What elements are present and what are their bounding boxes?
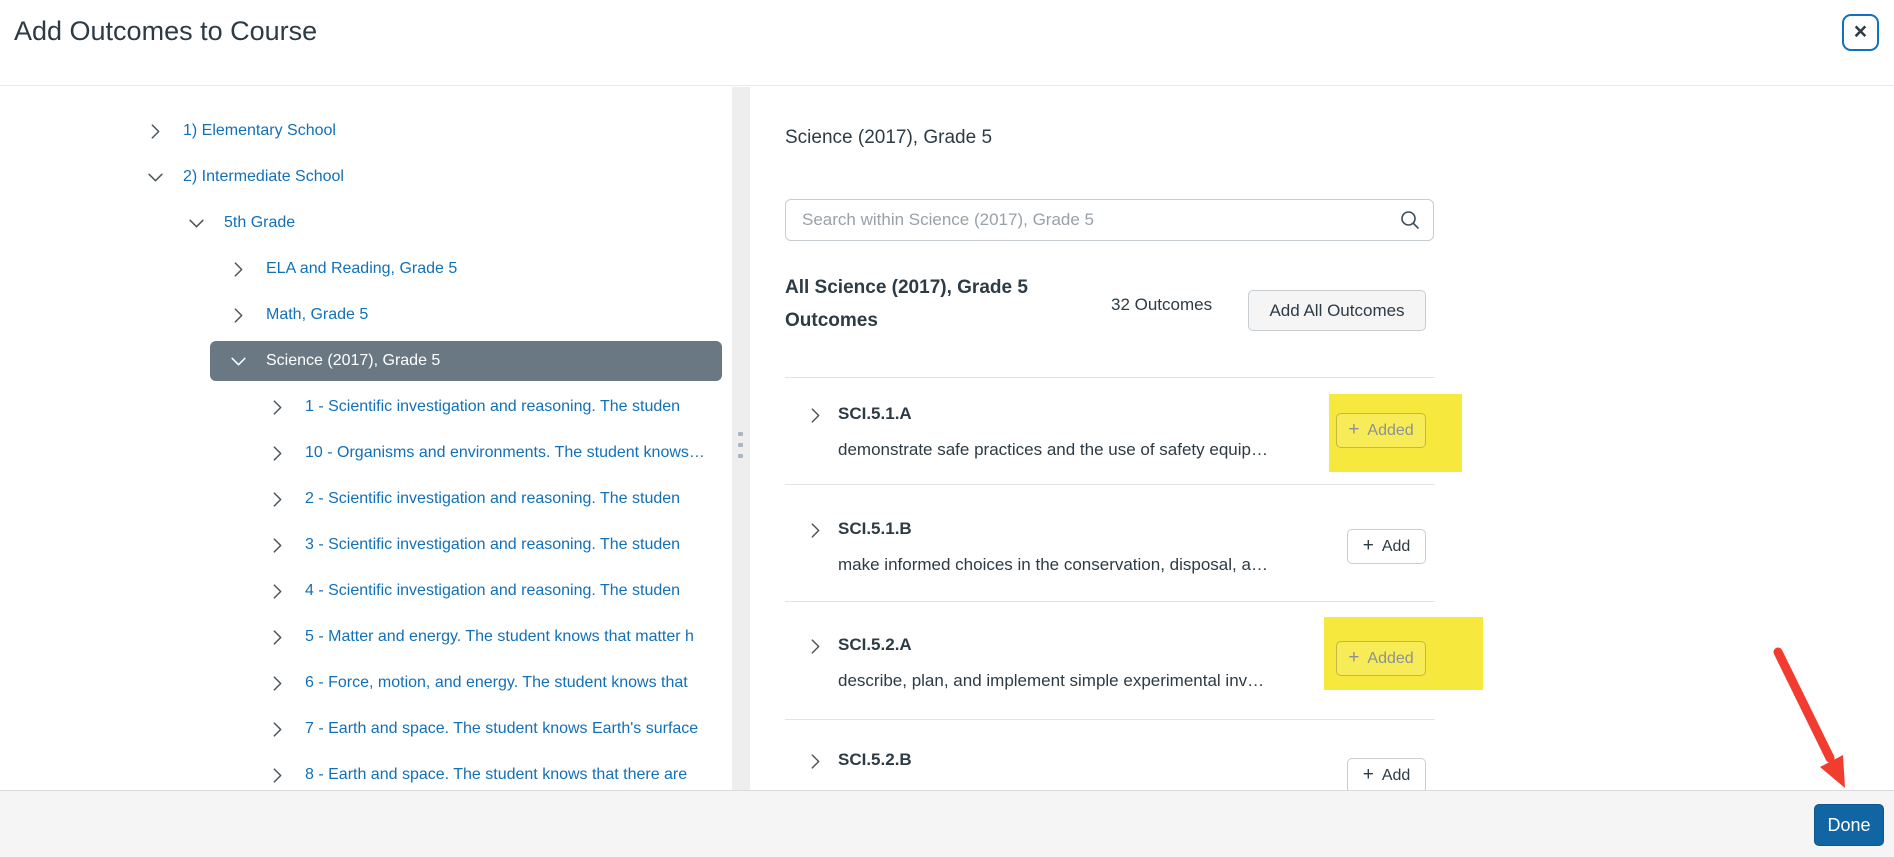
tree-item-science-selected[interactable]: Science (2017), Grade 5 <box>0 338 732 384</box>
tree-item-label[interactable]: Science (2017), Grade 5 <box>266 352 440 370</box>
chevron-right-icon[interactable] <box>265 533 289 557</box>
tree-item-elementary-school[interactable]: 1) Elementary School <box>0 108 732 154</box>
modal-header: Add Outcomes to Course × <box>0 0 1894 86</box>
outcome-description: describe, plan, and implement simple exp… <box>838 671 1264 691</box>
row-separator <box>785 484 1435 485</box>
outcome-description: demonstrate safe practices and the use o… <box>838 440 1268 460</box>
row-separator <box>785 601 1435 602</box>
chevron-down-icon[interactable] <box>143 165 167 189</box>
tree-item-standard-1[interactable]: 1 - Scientific investigation and reasoni… <box>0 384 732 430</box>
chevron-down-icon[interactable] <box>184 211 208 235</box>
tree-item-label[interactable]: 1 - Scientific investigation and reasoni… <box>305 398 680 416</box>
chevron-right-icon[interactable] <box>265 487 289 511</box>
outcome-description: make informed choices in the conservatio… <box>838 555 1268 575</box>
chevron-down-icon[interactable] <box>226 349 250 373</box>
tree-item-standard-3[interactable]: 3 - Scientific investigation and reasoni… <box>0 522 732 568</box>
tree-item-label[interactable]: 2 - Scientific investigation and reasoni… <box>305 490 680 508</box>
tree-item-label[interactable]: 5th Grade <box>224 214 295 232</box>
tree-item-ela-reading[interactable]: ELA and Reading, Grade 5 <box>0 246 732 292</box>
outcomes-panel: Science (2017), Grade 5 All Science (201… <box>750 87 1894 790</box>
tree-item-standard-5[interactable]: 5 - Matter and energy. The student knows… <box>0 614 732 660</box>
plus-icon: + <box>1348 420 1359 439</box>
chevron-right-icon[interactable] <box>803 518 827 542</box>
plus-icon: + <box>1348 648 1359 667</box>
divider-drag-handle-icon[interactable] <box>738 432 744 465</box>
tree-item-label[interactable]: 8 - Earth and space. The student knows t… <box>305 766 687 784</box>
tree-item-label[interactable]: 6 - Force, motion, and energy. The stude… <box>305 674 688 692</box>
panel-divider <box>732 87 750 790</box>
tree-item-math[interactable]: Math, Grade 5 <box>0 292 732 338</box>
all-outcomes-heading: All Science (2017), Grade 5 Outcomes <box>785 271 1045 337</box>
add-all-outcomes-button[interactable]: Add All Outcomes <box>1248 290 1426 331</box>
tree-item-5th-grade[interactable]: 5th Grade <box>0 200 732 246</box>
tree-item-label[interactable]: 4 - Scientific investigation and reasoni… <box>305 582 680 600</box>
close-button[interactable]: × <box>1842 14 1879 51</box>
chevron-right-icon[interactable] <box>265 395 289 419</box>
chevron-right-icon[interactable] <box>143 119 167 143</box>
tree-item-label[interactable]: 1) Elementary School <box>183 122 336 140</box>
added-button[interactable]: + Added <box>1336 641 1426 676</box>
tree-item-label[interactable]: Math, Grade 5 <box>266 306 368 324</box>
modal-footer: Done <box>0 790 1894 857</box>
add-button[interactable]: + Add <box>1347 529 1426 564</box>
tree-item-standard-7[interactable]: 7 - Earth and space. The student knows E… <box>0 706 732 752</box>
outcome-code: SCI.5.1.A <box>838 404 912 424</box>
chevron-right-icon[interactable] <box>803 749 827 773</box>
chevron-right-icon[interactable] <box>803 634 827 658</box>
chevron-right-icon[interactable] <box>265 441 289 465</box>
tree-item-label[interactable]: 5 - Matter and energy. The student knows… <box>305 628 694 646</box>
plus-icon: + <box>1363 536 1374 555</box>
add-outcomes-modal: Add Outcomes to Course × 1) Elementary S… <box>0 0 1894 857</box>
add-button-label: Add <box>1382 538 1410 556</box>
chevron-right-icon[interactable] <box>265 671 289 695</box>
close-icon: × <box>1854 20 1867 43</box>
row-separator <box>785 377 1435 378</box>
chevron-right-icon[interactable] <box>803 403 827 427</box>
chevron-right-icon[interactable] <box>265 625 289 649</box>
tree-item-label[interactable]: 10 - Organisms and environments. The stu… <box>305 444 705 462</box>
outcome-code: SCI.5.2.B <box>838 750 912 770</box>
chevron-right-icon[interactable] <box>226 257 250 281</box>
search-field-wrap <box>785 199 1434 241</box>
added-button-label: Added <box>1367 422 1413 440</box>
tree-item-standard-2[interactable]: 2 - Scientific investigation and reasoni… <box>0 476 732 522</box>
outcome-count: 32 Outcomes <box>1111 295 1212 315</box>
tree-item-intermediate-school[interactable]: 2) Intermediate School <box>0 154 732 200</box>
search-icon <box>1399 209 1421 236</box>
chevron-right-icon[interactable] <box>265 717 289 741</box>
outcome-group-tree: 1) Elementary School 2) Intermediate Sch… <box>0 87 732 790</box>
add-button[interactable]: + Add <box>1347 758 1426 790</box>
row-separator <box>785 719 1435 720</box>
chevron-right-icon[interactable] <box>265 579 289 603</box>
page-title: Add Outcomes to Course <box>14 16 317 47</box>
tree-item-standard-8[interactable]: 8 - Earth and space. The student knows t… <box>0 752 732 790</box>
chevron-right-icon[interactable] <box>226 303 250 327</box>
plus-icon: + <box>1363 765 1374 784</box>
added-button-label: Added <box>1367 650 1413 668</box>
outcome-code: SCI.5.2.A <box>838 635 912 655</box>
add-button-label: Add <box>1382 767 1410 785</box>
done-button[interactable]: Done <box>1814 804 1884 846</box>
chevron-right-icon[interactable] <box>265 763 289 787</box>
search-input[interactable] <box>785 199 1434 241</box>
tree-item-label[interactable]: 7 - Earth and space. The student knows E… <box>305 720 698 738</box>
tree-item-standard-6[interactable]: 6 - Force, motion, and energy. The stude… <box>0 660 732 706</box>
tree-item-label[interactable]: 3 - Scientific investigation and reasoni… <box>305 536 680 554</box>
added-button[interactable]: + Added <box>1336 413 1426 448</box>
tree-item-standard-10[interactable]: 10 - Organisms and environments. The stu… <box>0 430 732 476</box>
group-title: Science (2017), Grade 5 <box>785 127 992 149</box>
tree-item-label[interactable]: 2) Intermediate School <box>183 168 344 186</box>
outcome-code: SCI.5.1.B <box>838 519 912 539</box>
tree-item-standard-4[interactable]: 4 - Scientific investigation and reasoni… <box>0 568 732 614</box>
tree-item-label[interactable]: ELA and Reading, Grade 5 <box>266 260 457 278</box>
